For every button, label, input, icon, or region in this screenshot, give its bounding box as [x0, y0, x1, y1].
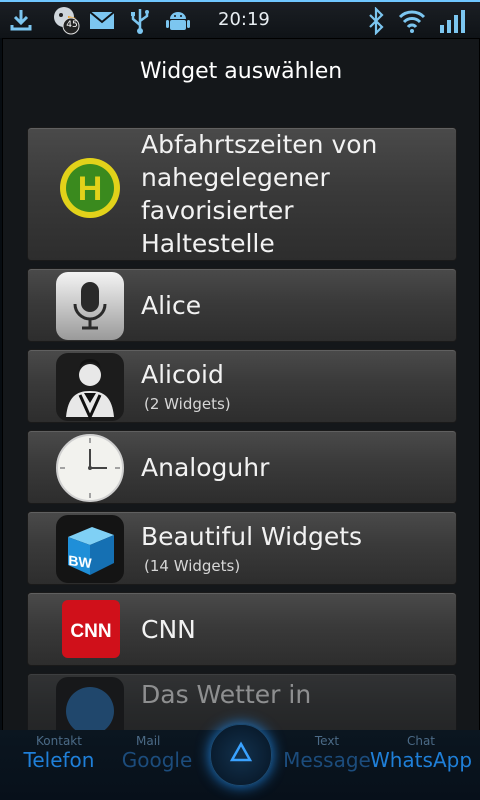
- list-item[interactable]: CNN CNN: [27, 592, 457, 666]
- dock-item-label: WhatsApp: [369, 748, 473, 772]
- list-item-name-line: nahegelegener: [141, 163, 330, 192]
- widget-picker-dialog: Widget auswählen H Abfahrtszeiten von na…: [2, 38, 480, 740]
- bus-stop-h-icon: H: [58, 156, 122, 220]
- cnn-logo-text: CNN: [70, 621, 111, 642]
- list-item-name-line: favorisierter: [141, 196, 294, 225]
- usb-icon: [128, 7, 152, 39]
- notification-count: 45: [66, 20, 78, 30]
- bluetooth-icon: [366, 6, 386, 39]
- mail-icon: [88, 7, 116, 37]
- cnn-logo-icon: CNN: [60, 598, 122, 660]
- microphone-icon: [54, 270, 126, 342]
- list-item-name-line: Haltestelle: [141, 229, 275, 258]
- triangle-up-icon: [229, 741, 253, 767]
- list-item-name: Abfahrtszeiten von nahegelegener favoris…: [141, 128, 377, 260]
- bw-cube-icon: BW: [54, 513, 126, 585]
- dock: Kontakt Telefon Mail Google Text Message…: [0, 724, 480, 800]
- dock-item-caption: Chat: [406, 734, 436, 748]
- list-item-name: Alicoid: [141, 360, 224, 389]
- list-item-name: Analoguhr: [141, 453, 270, 482]
- list-item[interactable]: BW Beautiful Widgets (14 Widgets): [27, 511, 457, 585]
- app-drawer-button[interactable]: [210, 724, 272, 786]
- list-item-name-line: Abfahrtszeiten von: [141, 130, 378, 159]
- dock-item-label: Telefon: [23, 748, 95, 772]
- list-item[interactable]: H Abfahrtszeiten von nahegelegener favor…: [27, 127, 457, 261]
- download-icon: [8, 7, 34, 37]
- list-item-subtitle: (14 Widgets): [144, 557, 241, 575]
- dialog-title: Widget auswählen: [139, 59, 343, 84]
- list-item[interactable]: Alice: [27, 268, 457, 342]
- list-item[interactable]: Analoguhr: [27, 430, 457, 504]
- bird-badge-icon: 45: [50, 4, 82, 40]
- list-item[interactable]: Alicoid (2 Widgets): [27, 349, 457, 423]
- list-item-subtitle: (2 Widgets): [144, 395, 231, 413]
- signal-icon: [438, 7, 468, 39]
- dock-item-google[interactable]: Mail Google: [102, 734, 212, 772]
- wifi-icon: [398, 7, 426, 39]
- dock-item-caption: Kontakt: [36, 734, 82, 748]
- list-item-name: Beautiful Widgets: [141, 522, 363, 551]
- widget-list[interactable]: H Abfahrtszeiten von nahegelegener favor…: [3, 127, 479, 739]
- android-icon: [164, 7, 192, 39]
- list-item-name: Das Wetter in: [141, 680, 312, 709]
- dock-item-caption: Mail: [136, 734, 161, 748]
- screen: 45 20:19 Widget auswählen H Abfahrtszeit…: [0, 0, 480, 800]
- bw-cube-text: BW: [68, 552, 92, 571]
- svg-text:H: H: [78, 170, 103, 208]
- butler-icon: [54, 351, 126, 423]
- dock-item-telefon[interactable]: Kontakt Telefon: [4, 734, 114, 772]
- list-item-name: CNN: [141, 615, 196, 644]
- dock-item-whatsapp[interactable]: Chat WhatsApp: [366, 734, 476, 772]
- dock-item-label: Google: [121, 748, 193, 772]
- status-bar: 45 20:19: [0, 0, 480, 38]
- clock-time: 20:19: [218, 9, 270, 30]
- analog-clock-icon: [54, 432, 126, 504]
- list-item-name: Alice: [141, 291, 202, 320]
